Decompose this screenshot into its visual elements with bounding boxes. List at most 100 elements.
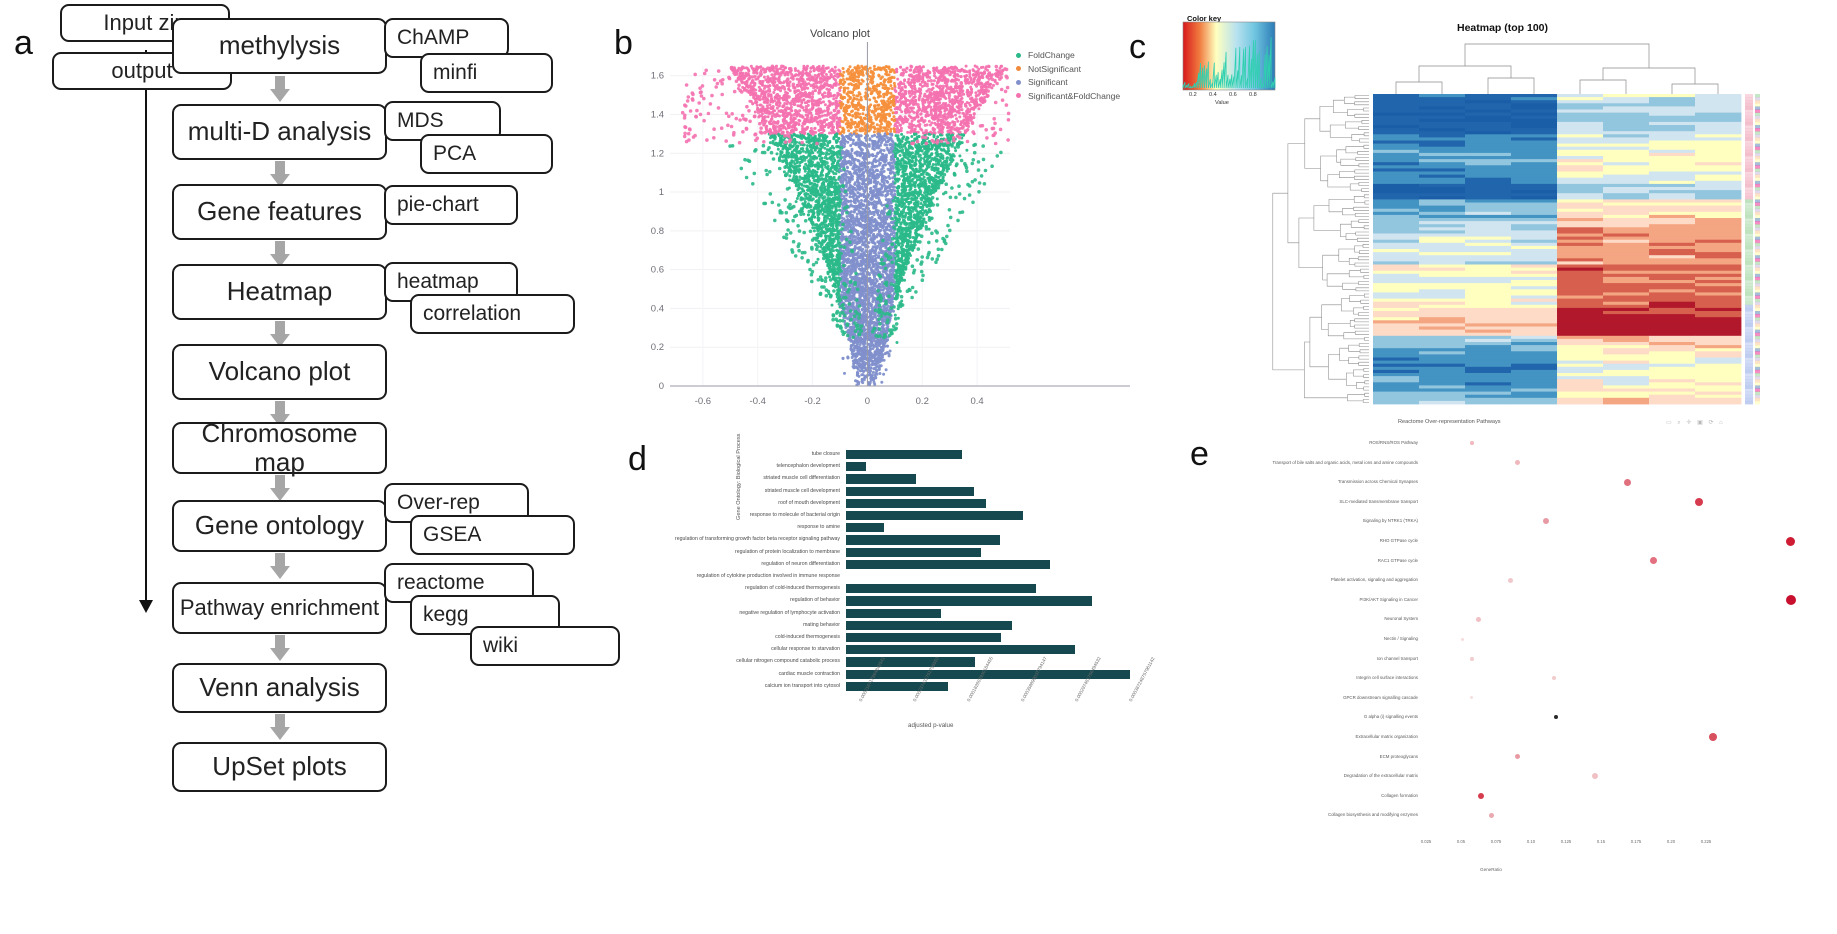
dot-marker[interactable] xyxy=(1786,536,1796,546)
row-side-color-2 xyxy=(1755,314,1760,318)
flow-node-gene-ontology[interactable]: Gene ontology xyxy=(172,500,387,552)
heatmap-cell xyxy=(1465,239,1512,244)
flow-subnode-correlation[interactable]: correlation xyxy=(410,294,575,334)
heatmap-cell xyxy=(1557,146,1604,151)
flow-node-multi-d-analysis[interactable]: multi-D analysis xyxy=(172,104,387,160)
heatmap-cell xyxy=(1557,323,1604,327)
bar[interactable] xyxy=(846,511,1023,521)
bar[interactable] xyxy=(846,633,1002,643)
bar[interactable] xyxy=(846,462,867,472)
dot-marker[interactable] xyxy=(1708,733,1717,741)
dot-marker[interactable] xyxy=(1488,812,1494,818)
legend-item-notsignificant[interactable]: NotSignificant xyxy=(1016,64,1120,74)
flow-subnode-pca[interactable]: PCA xyxy=(420,134,553,174)
flow-subnode-pie-chart[interactable]: pie-chart xyxy=(384,185,518,225)
heatmap-cell xyxy=(1419,94,1466,98)
dot-marker[interactable] xyxy=(1551,676,1556,681)
bar[interactable] xyxy=(846,608,942,618)
heatmap-cell xyxy=(1511,345,1558,349)
heatmap-cell xyxy=(1419,276,1466,281)
bar[interactable] xyxy=(846,657,975,667)
dot-marker[interactable] xyxy=(1469,656,1474,661)
heatmap-cell xyxy=(1603,360,1650,365)
heatmap-cell xyxy=(1603,140,1650,144)
flow-node-chromosome-map[interactable]: Chromosome map xyxy=(172,419,387,476)
bar[interactable] xyxy=(846,596,1093,606)
bar[interactable] xyxy=(846,498,987,508)
camera-icon[interactable]: ▭ xyxy=(1666,420,1674,426)
box-select-icon[interactable]: ▣ xyxy=(1697,420,1705,426)
dot-marker[interactable] xyxy=(1514,460,1520,466)
bar-x-tick-label: 0.000297481756494532 xyxy=(1074,656,1102,703)
dot-marker[interactable] xyxy=(1650,557,1658,565)
legend-item-significant[interactable]: Significant xyxy=(1016,77,1120,87)
row-side-color-2 xyxy=(1755,369,1760,374)
bar[interactable] xyxy=(846,559,1050,569)
heatmap-cell xyxy=(1603,351,1650,355)
dot-marker[interactable] xyxy=(1469,441,1474,445)
bar[interactable] xyxy=(846,450,962,460)
dot-marker[interactable] xyxy=(1470,696,1474,700)
heatmap-cell xyxy=(1603,230,1650,234)
heatmap-cell xyxy=(1695,149,1742,154)
bar[interactable] xyxy=(846,584,1037,594)
heatmap-cell xyxy=(1373,218,1420,222)
row-side-color-2 xyxy=(1755,273,1760,278)
legend-item-foldchange[interactable]: FoldChange xyxy=(1016,50,1120,60)
heatmap-cell xyxy=(1511,252,1558,256)
flow-subnode-wiki[interactable]: wiki xyxy=(470,626,620,666)
heatmap-cell xyxy=(1511,230,1558,234)
flow-node-venn-analysis[interactable]: Venn analysis xyxy=(172,663,387,713)
dot-marker[interactable] xyxy=(1592,773,1599,780)
bar[interactable] xyxy=(846,474,916,484)
pan-icon[interactable]: ✛ xyxy=(1686,420,1693,426)
dot-marker[interactable] xyxy=(1477,792,1484,799)
zoom-icon[interactable]: ⌕ xyxy=(1677,420,1682,426)
heatmap-cell xyxy=(1695,292,1742,296)
flow-node-upset-plots[interactable]: UpSet plots xyxy=(172,742,387,792)
heatmap-cell xyxy=(1649,137,1696,141)
dot-marker[interactable] xyxy=(1508,577,1514,583)
bar[interactable] xyxy=(846,535,1000,545)
heatmap-cell xyxy=(1695,261,1742,265)
heatmap-cell xyxy=(1557,106,1604,110)
bar[interactable] xyxy=(846,547,981,557)
flow-subnode-gsea[interactable]: GSEA xyxy=(410,515,575,555)
row-side-color xyxy=(1745,152,1753,157)
flow-node-pathway-enrichment[interactable]: Pathway enrichment xyxy=(172,582,387,634)
bar[interactable] xyxy=(846,486,974,496)
heatmap-cell xyxy=(1419,382,1466,386)
heatmap-cell xyxy=(1465,190,1512,194)
flow-subnode-champ[interactable]: ChAMP xyxy=(384,18,509,58)
dot-marker[interactable] xyxy=(1514,754,1520,760)
flow-node-methylysis[interactable]: methylysis xyxy=(172,18,387,74)
heatmap-cell xyxy=(1649,292,1696,296)
bar[interactable] xyxy=(846,620,1012,630)
heatmap-cell xyxy=(1419,342,1466,346)
legend-item-significant-foldchange[interactable]: Significant&FoldChange xyxy=(1016,91,1120,101)
dot-marker[interactable] xyxy=(1542,518,1549,525)
heatmap-cell xyxy=(1373,227,1420,231)
heatmap-cell xyxy=(1511,146,1558,151)
plot-toolbar[interactable]: ▭ ⌕ ✛ ▣ ⟳ ⌂ xyxy=(1666,419,1725,427)
flow-node-heatmap[interactable]: Heatmap xyxy=(172,264,387,320)
dot-marker[interactable] xyxy=(1554,715,1559,720)
heatmap-cell xyxy=(1511,369,1558,374)
dot-marker[interactable] xyxy=(1785,594,1796,605)
flow-subnode-minfi[interactable]: minfi xyxy=(420,53,553,93)
bar[interactable] xyxy=(846,645,1076,655)
heatmap-cell xyxy=(1603,304,1650,309)
row-side-color-2 xyxy=(1755,152,1760,157)
home-icon[interactable]: ⌂ xyxy=(1719,420,1725,426)
dot-marker[interactable] xyxy=(1624,478,1632,486)
bar[interactable] xyxy=(846,681,948,691)
heatmap-cell xyxy=(1695,218,1742,222)
flow-node-volcano-plot[interactable]: Volcano plot xyxy=(172,344,387,400)
dot-marker[interactable] xyxy=(1475,616,1481,622)
flow-node-gene-features[interactable]: Gene features xyxy=(172,184,387,240)
reset-icon[interactable]: ⟳ xyxy=(1708,420,1715,426)
row-side-color-2 xyxy=(1755,183,1760,188)
dot-marker[interactable] xyxy=(1695,497,1704,506)
bar[interactable] xyxy=(846,523,884,533)
dot-marker[interactable] xyxy=(1460,637,1464,641)
